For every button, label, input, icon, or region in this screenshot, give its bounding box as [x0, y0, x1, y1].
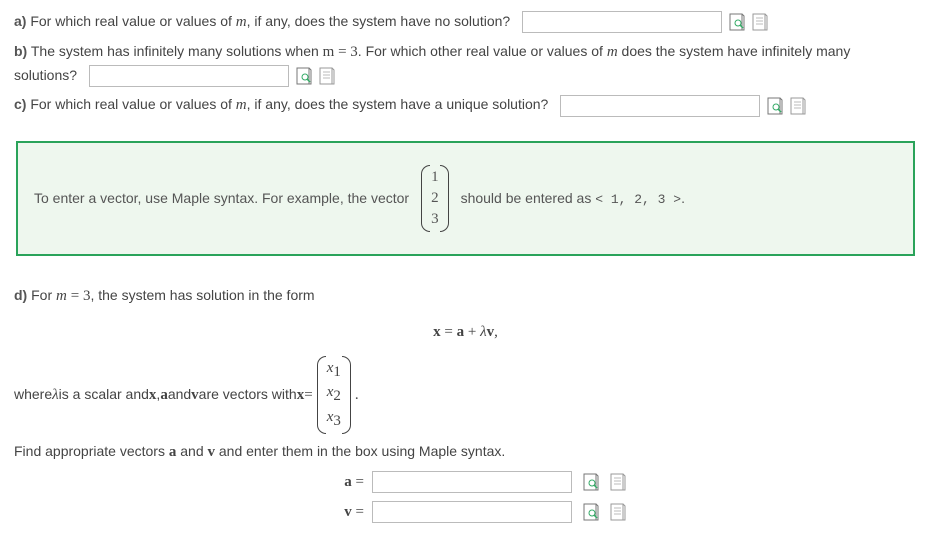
var-m-c: m — [236, 97, 247, 113]
lhs-v: v = — [324, 500, 364, 524]
label-a: a) — [14, 13, 26, 29]
help-icon[interactable] — [752, 13, 768, 31]
findand: and — [176, 443, 207, 459]
answer-input-c[interactable] — [560, 95, 760, 117]
find1: Find appropriate vectors — [14, 443, 169, 459]
text-a2: , if any, does the system have no soluti… — [247, 13, 511, 29]
answer-input-a[interactable] — [522, 11, 722, 33]
x3s: 3 — [333, 412, 341, 430]
label-c: c) — [14, 96, 26, 112]
preview-icon[interactable] — [296, 67, 312, 85]
answer-input-vec-a[interactable] — [372, 471, 572, 493]
question-c: c) For which real value or values of m, … — [14, 93, 917, 117]
where3: are vectors with — [199, 383, 297, 405]
text-b2: . For which other real value or values o… — [358, 43, 607, 59]
eq-eq: = — [441, 324, 457, 340]
x2s: 2 — [333, 387, 341, 405]
question-b: b) The system has infinitely many soluti… — [14, 40, 917, 87]
vbf: v — [191, 383, 199, 407]
eq-m3-d: m = 3 — [56, 287, 90, 303]
x-vector-matrix: x1 x2 x3 — [317, 356, 351, 434]
question-d-find: Find appropriate vectors a and v and ent… — [14, 440, 917, 464]
eq-comma: , — [494, 324, 498, 340]
hint-post1: should be entered as — [461, 190, 596, 206]
example-vector-matrix: 1 2 3 — [421, 165, 449, 231]
abf: a — [160, 383, 168, 407]
answer-row-a: a = — [14, 470, 917, 494]
and1: and — [168, 383, 191, 405]
label-b: b) — [14, 43, 27, 59]
answer-row-v: v = — [14, 500, 917, 524]
answer-input-vec-v[interactable] — [372, 501, 572, 523]
xbf: x — [149, 383, 157, 407]
question-a: a) For which real value or values of m, … — [14, 10, 917, 34]
lhs-a: a = — [324, 470, 364, 494]
eqsym: = — [304, 383, 312, 407]
hint-post2: . — [681, 190, 685, 206]
eq-plus: + — [464, 324, 480, 340]
x1s: 1 — [333, 363, 341, 381]
help-icon[interactable] — [319, 67, 335, 85]
hint-pre: To enter a vector, use Maple syntax. For… — [34, 187, 409, 209]
help-icon[interactable] — [790, 97, 806, 115]
question-d-where: where λ is a scalar and x, a and v are v… — [14, 356, 917, 434]
find2: and enter them in the box using Maple sy… — [215, 443, 505, 459]
answer-input-b[interactable] — [89, 65, 289, 87]
preview-icon[interactable] — [583, 473, 599, 491]
preview-icon[interactable] — [583, 503, 599, 521]
var-m-b: m — [607, 44, 618, 60]
vbf2: v — [208, 444, 216, 460]
vec-e3: 3 — [431, 209, 439, 230]
xeq: x — [297, 383, 305, 407]
text-c2: , if any, does the system have a unique … — [247, 96, 549, 112]
text-c1: For which real value or values of — [26, 96, 235, 112]
eq-m3-b: m = 3 — [323, 44, 358, 60]
text-b1: The system has infinitely many solutions… — [27, 43, 322, 59]
dot: . — [355, 383, 359, 407]
help-icon[interactable] — [610, 473, 626, 491]
text-a1: For which real value or values of — [26, 13, 235, 29]
hint-code: < 1, 2, 3 > — [595, 192, 681, 207]
where2: is a scalar and — [59, 383, 149, 405]
help-icon[interactable] — [610, 503, 626, 521]
vec-e1: 1 — [431, 167, 439, 188]
equation-x-a-lambda-v: x = a + λv, — [14, 320, 917, 344]
preview-icon[interactable] — [767, 97, 783, 115]
preview-icon[interactable] — [729, 13, 745, 31]
text-d2: , the system has solution in the form — [90, 287, 314, 303]
where1: where — [14, 383, 52, 405]
eq-a: a — [457, 324, 465, 340]
question-d-line1: d) For m = 3, the system has solution in… — [14, 284, 917, 308]
eq-v: v — [487, 324, 495, 340]
hint-box: To enter a vector, use Maple syntax. For… — [16, 141, 915, 255]
label-d: d) — [14, 287, 27, 303]
var-m-a: m — [236, 14, 247, 30]
text-d1: For — [27, 287, 56, 303]
vec-e2: 2 — [431, 188, 439, 209]
eq-x: x — [433, 324, 441, 340]
